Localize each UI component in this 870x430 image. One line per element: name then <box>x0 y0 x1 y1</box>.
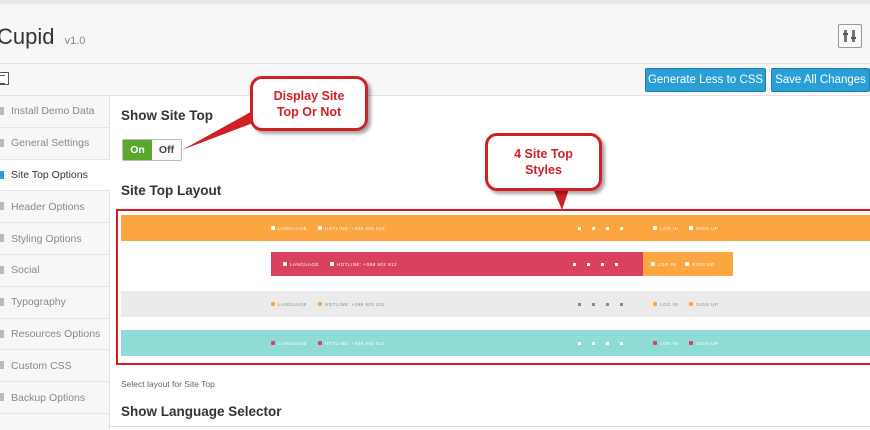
callout-line: Display Site <box>273 88 345 103</box>
callout-pointers <box>182 108 570 210</box>
display-site-top-callout: Display Site Top Or Not <box>250 76 368 131</box>
site-top-styles-callout: 4 Site Top Styles <box>485 133 602 191</box>
callout-line: 4 Site Top <box>514 147 573 161</box>
callout-line: Styles <box>525 163 562 177</box>
callout-line: Top Or Not <box>276 104 342 119</box>
